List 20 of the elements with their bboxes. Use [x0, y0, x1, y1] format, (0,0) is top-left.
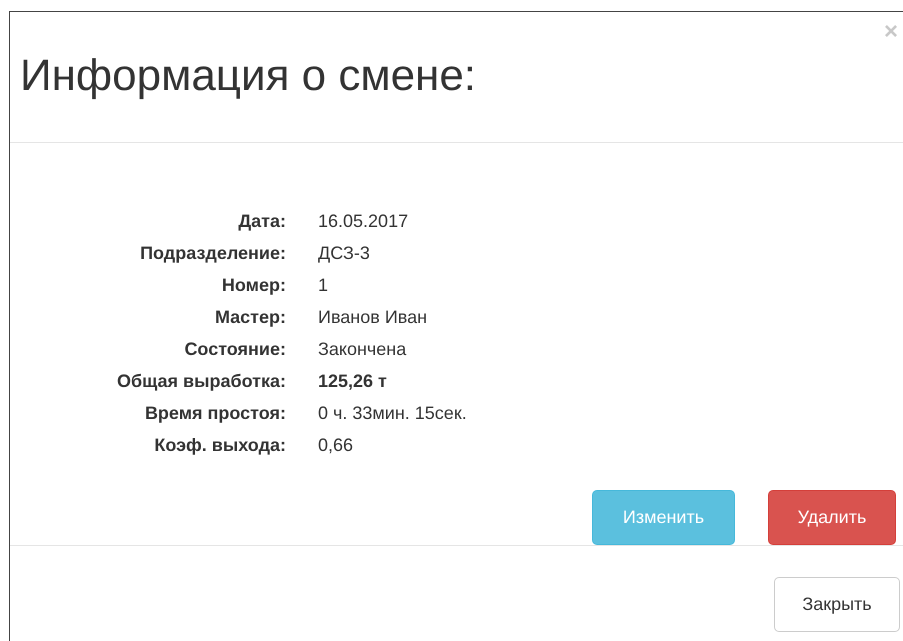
field-value: 16.05.2017: [318, 210, 410, 232]
close-dialog-button[interactable]: Закрыть: [774, 577, 900, 632]
field-label: Подразделение:: [139, 242, 286, 264]
field-label: Коэф. выхода:: [153, 434, 286, 456]
field-value: 1: [318, 274, 330, 296]
field-value: Закончена: [318, 338, 408, 360]
field-label: Общая выработка:: [116, 370, 286, 392]
field-label: Мастер:: [214, 306, 286, 328]
dialog-title: Информация о смене:: [20, 50, 476, 102]
action-button[interactable]: Удалить: [768, 490, 896, 545]
field-label: Дата:: [237, 210, 286, 232]
field-label: Время простоя:: [144, 402, 286, 424]
field-label: Номер:: [220, 274, 286, 296]
field-value: 125,26 т: [318, 370, 388, 392]
field-value: Иванов Иван: [318, 306, 428, 328]
field-label: Состояние:: [183, 338, 286, 360]
field-value: ДСЗ-3: [318, 242, 371, 264]
action-button[interactable]: Изменить: [592, 490, 735, 545]
field-value: 0,66: [318, 434, 354, 456]
field-value: 0 ч. 33мин. 15сек.: [318, 402, 467, 424]
